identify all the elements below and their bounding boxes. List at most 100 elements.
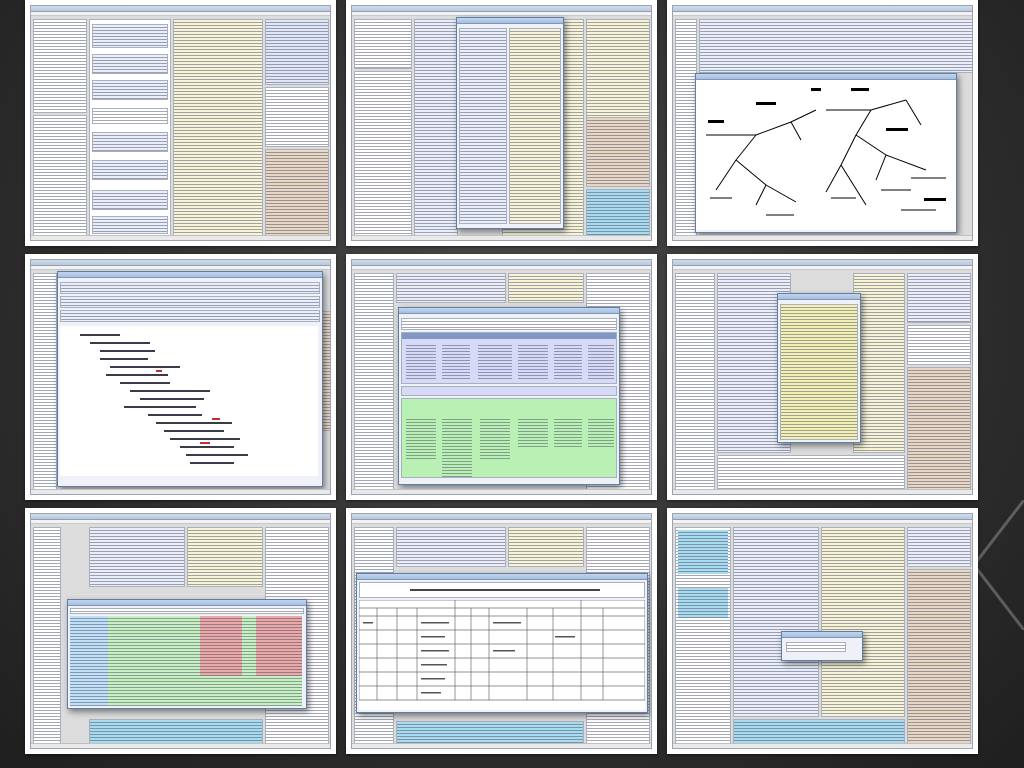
table-cols-green [108,616,200,706]
bottom-highlight [396,721,584,745]
notes-popup[interactable] [777,293,861,443]
list-column [733,527,819,717]
menu-bar [673,520,972,524]
entry-row-2 [60,296,320,308]
menu-bar [352,12,651,16]
reference-panel [586,117,650,187]
status-bar [673,489,972,494]
upper-grid [401,332,617,384]
entry-row-3 [60,310,320,322]
status-bar [31,489,330,494]
detail-column [187,527,263,587]
status-bar [31,235,330,240]
table-col-pink [200,616,242,676]
thumbnail-data-table-dialog[interactable] [346,508,657,754]
diagram-window[interactable] [695,73,957,233]
thumbnail-colored-table-dialog[interactable] [25,508,336,754]
entry-row-1 [60,282,320,294]
thumbnail-list-view[interactable] [25,0,336,246]
menu-bar [31,12,330,16]
info-panel [265,87,329,147]
thumbnail-popup-editor[interactable] [346,0,657,246]
notes-panel [907,273,971,323]
menu-bar [31,266,330,270]
thumbnail-green-grid-dialog[interactable] [346,254,657,500]
status-bar [352,235,651,240]
menu-bar [352,266,651,270]
reference-panel [907,367,971,491]
thumbnail-tree-diagram[interactable] [667,0,978,246]
data-table-grid [359,600,645,710]
thumbnail-code-window[interactable] [25,254,336,500]
app-window [30,5,331,241]
popup-window[interactable] [456,17,564,229]
mid-band [401,386,617,396]
menu-bar [31,520,330,524]
menu-bar [673,12,972,16]
app-window [672,259,973,495]
thumbnail-small-prompt[interactable] [667,508,978,754]
app-window [351,259,652,495]
grid-dialog-title-bar[interactable] [399,308,619,314]
notes-popup-title-bar[interactable] [778,294,860,300]
prompt-input[interactable] [786,642,846,652]
sidebar-tree[interactable] [33,527,61,745]
thumbnail-floating-notes[interactable] [667,254,978,500]
menu-bar [352,520,651,524]
bottom-highlight [733,719,905,745]
detail-column [508,273,584,303]
status-bar [673,743,972,748]
grid-dialog[interactable] [398,307,620,485]
app-window [30,259,331,495]
list-column [699,19,972,73]
screenshot-grid [22,0,984,768]
menu-bar [673,266,972,270]
lower-grid [401,398,617,478]
table-col-blue [70,616,108,706]
table-lower-green [200,676,302,706]
reference-panel [907,569,971,745]
notes-panel [265,19,329,85]
reference-panel [265,149,329,237]
list-column-2 [414,19,458,237]
detail-column [173,19,263,237]
status-bar [31,743,330,748]
info-panel [907,325,971,365]
notes-panel [907,527,971,567]
sidebar-tree[interactable] [675,273,715,491]
list-column [396,527,506,567]
table-col-pink-2 [256,616,302,676]
table-col-green-2 [242,616,256,676]
list-column [89,527,185,587]
prompt-dialog[interactable] [781,631,863,661]
sidebar-tree[interactable] [33,273,57,491]
prompt-dialog-title-bar[interactable] [782,632,862,638]
app-window [351,513,652,749]
sidebar-index[interactable] [33,115,87,237]
app-window [672,5,973,241]
status-bar [352,743,651,748]
code-window-title-bar[interactable] [58,272,322,278]
sidebar-tree[interactable] [33,19,87,113]
indented-code-block [60,326,318,476]
bottom-text [717,455,905,491]
app-window [30,513,331,749]
options-panel[interactable] [354,19,412,69]
status-bar [352,489,651,494]
data-table-window[interactable] [356,573,648,713]
table-dialog-title-bar[interactable] [68,600,306,606]
sidebar-tree[interactable] [354,273,394,491]
status-bar [673,235,972,240]
app-window [672,513,973,749]
syntax-tree-diagram [696,80,956,230]
data-table-title-bar[interactable] [357,574,647,580]
sidebar-tree[interactable] [675,19,697,237]
highlight-panel [586,189,650,237]
list-column [89,19,171,237]
detail-column [508,527,584,567]
app-window [351,5,652,241]
popup-title-bar[interactable] [457,18,563,24]
list-column [396,273,506,303]
table-dialog[interactable] [67,599,307,709]
code-window[interactable] [57,271,323,487]
